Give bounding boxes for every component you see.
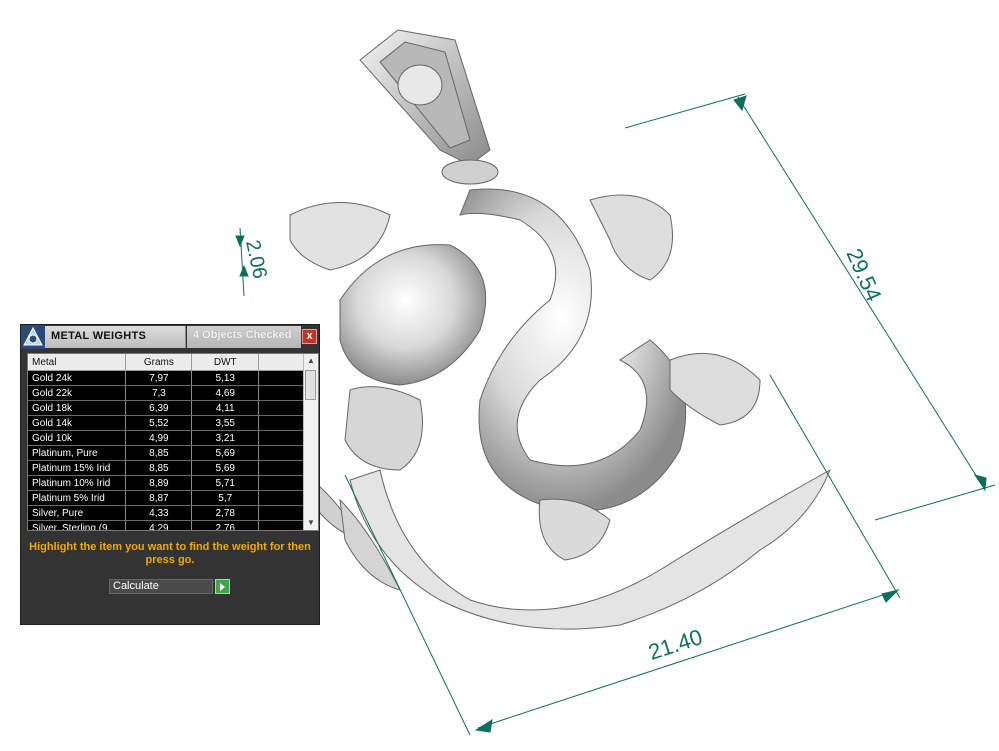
close-icon[interactable]: x: [302, 329, 317, 344]
cell-dwt: 2,76: [191, 520, 260, 530]
metal-table: Metal Grams DWT Gold 24k 7,97 5,13 Gold 22…: [28, 354, 305, 530]
cell-dwt: 2,78: [191, 505, 260, 521]
cell-empty: [258, 505, 305, 521]
cell-grams: 7,3: [125, 385, 193, 401]
cell-dwt: 4,11: [191, 400, 260, 416]
cell-metal: Gold 22k: [28, 385, 127, 401]
cell-dwt: 5,69: [191, 460, 260, 476]
cell-metal: Gold 18k: [28, 400, 127, 416]
cell-dwt: 5,69: [191, 445, 260, 461]
cell-metal: Platinum 10% Irid: [28, 475, 127, 491]
column-header-grams[interactable]: Grams: [125, 354, 193, 371]
cell-empty: [258, 415, 305, 431]
cell-dwt: 5,71: [191, 475, 260, 491]
metal-list[interactable]: Metal Grams DWT Gold 24k 7,97 5,13 Gold 22…: [27, 353, 319, 531]
cell-empty: [258, 370, 305, 386]
cell-grams: 8,85: [125, 445, 193, 461]
go-button[interactable]: [215, 579, 230, 594]
cell-empty: [258, 430, 305, 446]
cell-grams: 4,29: [125, 520, 193, 530]
cell-grams: 4,33: [125, 505, 193, 521]
cell-metal: Gold 10k: [28, 430, 127, 446]
cell-empty: [258, 400, 305, 416]
cell-dwt: 3,55: [191, 415, 260, 431]
cell-grams: 4,99: [125, 430, 193, 446]
dimension-height: [624, 93, 996, 521]
cell-grams: 8,89: [125, 475, 193, 491]
cell-empty: [258, 460, 305, 476]
cell-empty: [258, 520, 305, 530]
cell-metal: Platinum 15% Irid: [28, 460, 127, 476]
calculate-dropdown[interactable]: Calculate: [109, 579, 213, 594]
objects-checked-status: 4 Objects Checked: [187, 326, 301, 348]
dragon-pendant-model: [289, 29, 831, 630]
table-row[interactable]: Gold 10k 4,99 3,21: [28, 430, 305, 446]
table-row[interactable]: Platinum 15% Irid 8,85 5,69: [28, 460, 305, 476]
cell-grams: 8,87: [125, 490, 193, 506]
cell-empty: [258, 475, 305, 491]
table-row[interactable]: Gold 14k 5,52 3,55: [28, 415, 305, 431]
cell-metal: Gold 24k: [28, 370, 127, 386]
table-row[interactable]: Gold 24k 7,97 5,13: [28, 370, 305, 386]
table-row[interactable]: Gold 22k 7,3 4,69: [28, 385, 305, 401]
table-row[interactable]: Gold 18k 6,39 4,11: [28, 400, 305, 416]
panel-titlebar[interactable]: METAL WEIGHTS 4 Objects Checked x: [21, 325, 319, 349]
list-scrollbar[interactable]: ▲ ▼: [303, 354, 318, 530]
cell-metal: Silver, Pure: [28, 505, 127, 521]
cell-grams: 8,85: [125, 460, 193, 476]
column-header-metal[interactable]: Metal: [28, 354, 127, 371]
cell-dwt: 5,13: [191, 370, 260, 386]
cell-metal: Gold 14k: [28, 415, 127, 431]
cell-empty: [258, 445, 305, 461]
table-row[interactable]: Silver, Pure 4,33 2,78: [28, 505, 305, 521]
column-header-dwt[interactable]: DWT: [191, 354, 260, 371]
table-row[interactable]: Platinum 10% Irid 8,89 5,71: [28, 475, 305, 491]
metal-weights-panel: METAL WEIGHTS 4 Objects Checked x Metal …: [20, 324, 320, 625]
cell-grams: 7,97: [125, 370, 193, 386]
cell-empty: [258, 490, 305, 506]
scroll-thumb[interactable]: [305, 370, 316, 400]
table-row[interactable]: Platinum 5% Irid 8,87 5,7: [28, 490, 305, 506]
cell-dwt: 3,21: [191, 430, 260, 446]
table-header-row: Metal Grams DWT: [28, 354, 305, 371]
scroll-down-icon[interactable]: ▼: [304, 516, 318, 530]
instruction-text: Highlight the item you want to find the …: [29, 541, 311, 566]
cell-grams: 6,39: [125, 400, 193, 416]
cell-dwt: 4,69: [191, 385, 260, 401]
cell-metal: Platinum, Pure: [28, 445, 127, 461]
cell-grams: 5,52: [125, 415, 193, 431]
table-row[interactable]: Silver, Sterling (9... 4,29 2,76: [28, 520, 305, 530]
cell-metal: Silver, Sterling (9...: [28, 520, 127, 530]
cell-dwt: 5,7: [191, 490, 260, 506]
panel-title[interactable]: METAL WEIGHTS: [45, 326, 186, 348]
cell-metal: Platinum 5% Irid: [28, 490, 127, 506]
rhino-app-icon: [21, 325, 45, 349]
dimension-width: [344, 374, 901, 736]
table-row[interactable]: Platinum, Pure 8,85 5,69: [28, 445, 305, 461]
column-header-empty[interactable]: [258, 354, 305, 371]
scroll-up-icon[interactable]: ▲: [304, 354, 318, 368]
cell-empty: [258, 385, 305, 401]
